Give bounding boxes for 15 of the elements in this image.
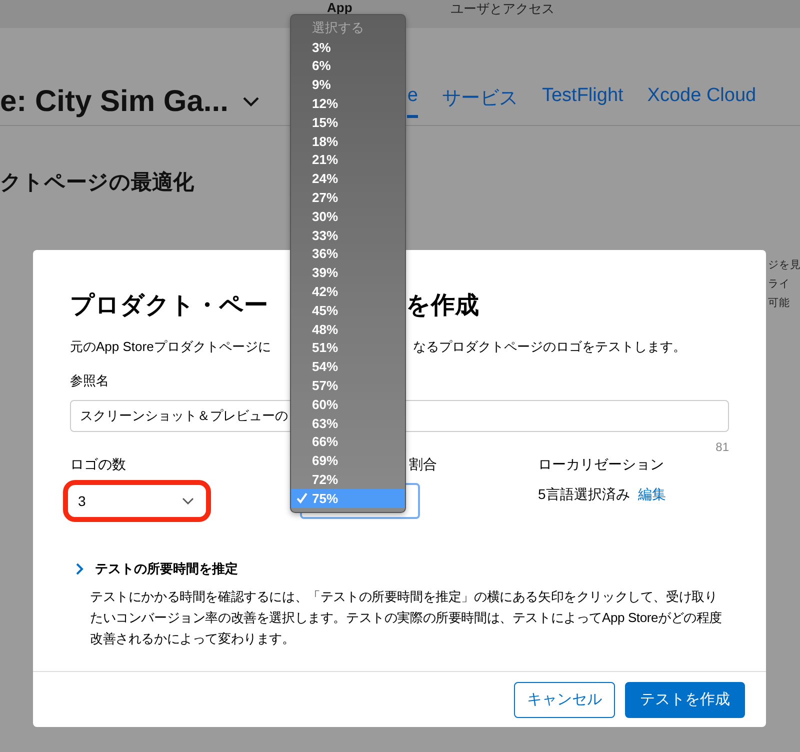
help-paragraph: テストにかかる時間を確認するには、「テストの所要時間を推定」の横にある矢印をクリックして、受け取りたいコンバージョン率の改善を選択します。テストの実際の所要時間は、テストによってApp Storeがどの程度改善されるかによって変わります。 — [90, 588, 724, 648]
localization-value: 5言語選択済み — [538, 486, 630, 504]
background-text: 可能 — [768, 296, 790, 311]
dialog-title: を作成 — [406, 291, 479, 321]
section-title: クトページの最適化 — [0, 170, 194, 196]
background-text: ライ — [768, 277, 790, 292]
description-text: 元のApp Storeプロダクトページに — [70, 338, 272, 356]
field-label: ローカリゼーション — [538, 456, 664, 474]
field-label: ロゴの数 — [70, 456, 126, 474]
field-label: 割合 — [409, 456, 437, 474]
character-counter: 81 — [716, 440, 729, 454]
field-label: 参照名 — [70, 372, 109, 390]
dialog-title: プロダクト・ペー — [70, 291, 269, 321]
app-title: e: City Sim Ga... — [0, 84, 228, 118]
description-text: なるプロダクトページのロゴをテストします。 — [413, 338, 686, 356]
